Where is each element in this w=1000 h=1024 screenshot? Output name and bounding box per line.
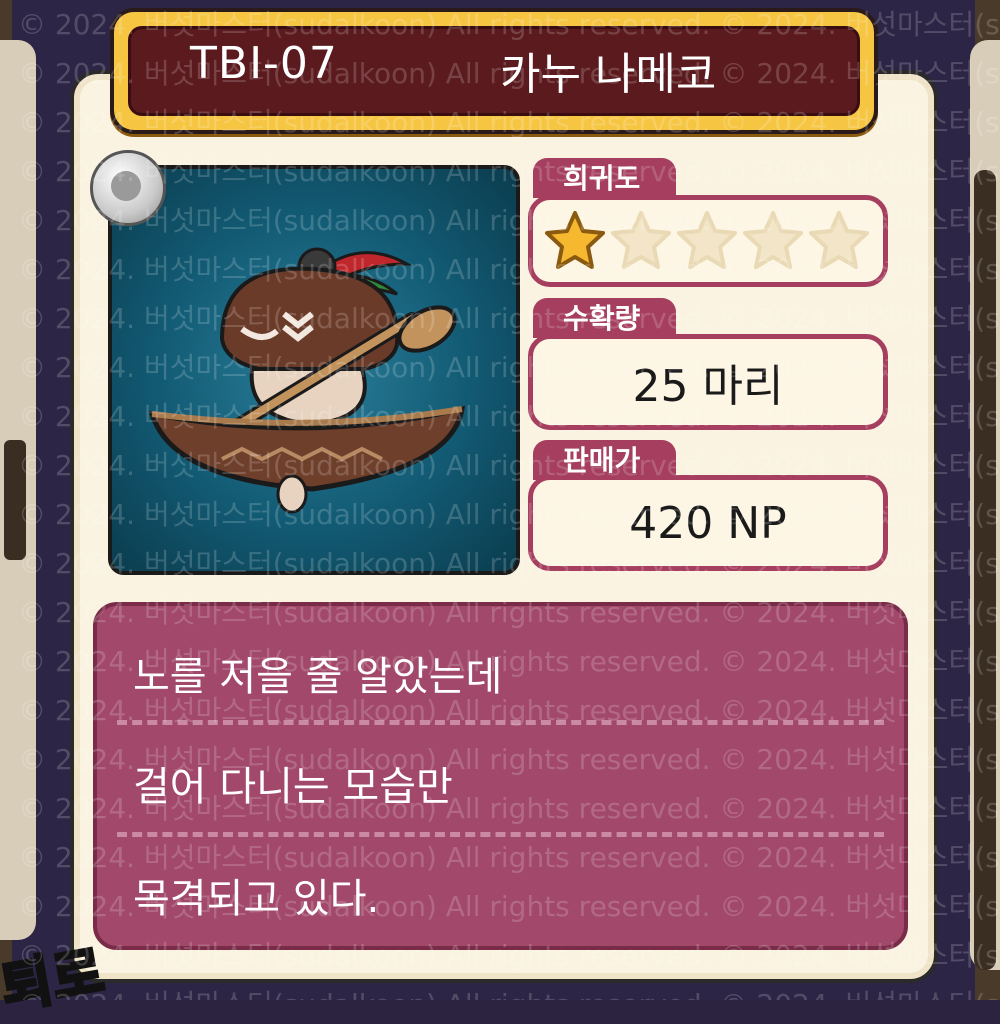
divider — [117, 832, 884, 837]
description-line: 목격되고 있다. — [133, 876, 380, 922]
adjacent-card-left[interactable] — [0, 40, 36, 940]
star-filled-icon — [545, 211, 605, 269]
description-line: 걸어 다니는 모습만 — [133, 764, 453, 810]
harvest-label: 수확량 — [533, 298, 677, 338]
price-value: 420 NP — [629, 497, 787, 549]
rarity-box — [528, 195, 888, 287]
description-line: 노를 저을 줄 알았는데 — [133, 654, 503, 700]
price-box: 420 NP — [528, 475, 888, 571]
star-empty-icon — [611, 211, 671, 269]
rarity-label: 희귀도 — [533, 158, 677, 198]
price-label: 판매가 — [533, 440, 677, 480]
mushroom-portrait — [108, 165, 520, 575]
silver-medal-icon — [90, 150, 166, 226]
canoe-nameko-illustration — [148, 247, 466, 514]
star-empty-icon — [677, 211, 737, 269]
description-panel: 노를 저을 줄 알았는데 걸어 다니는 모습만 목격되고 있다. — [93, 602, 908, 950]
star-empty-icon — [743, 211, 803, 269]
exit-button-text[interactable]: 퇴로 — [0, 927, 110, 1024]
star-empty-icon — [809, 211, 869, 269]
adjacent-card-right[interactable] — [970, 40, 1000, 970]
mushroom-name: 카누 나메코 — [500, 49, 717, 100]
harvest-value: 25 마리 — [632, 361, 784, 412]
divider — [117, 720, 884, 725]
harvest-box: 25 마리 — [528, 334, 888, 430]
mushroom-code: TBI-07 — [190, 38, 338, 89]
rarity-stars — [533, 209, 883, 273]
